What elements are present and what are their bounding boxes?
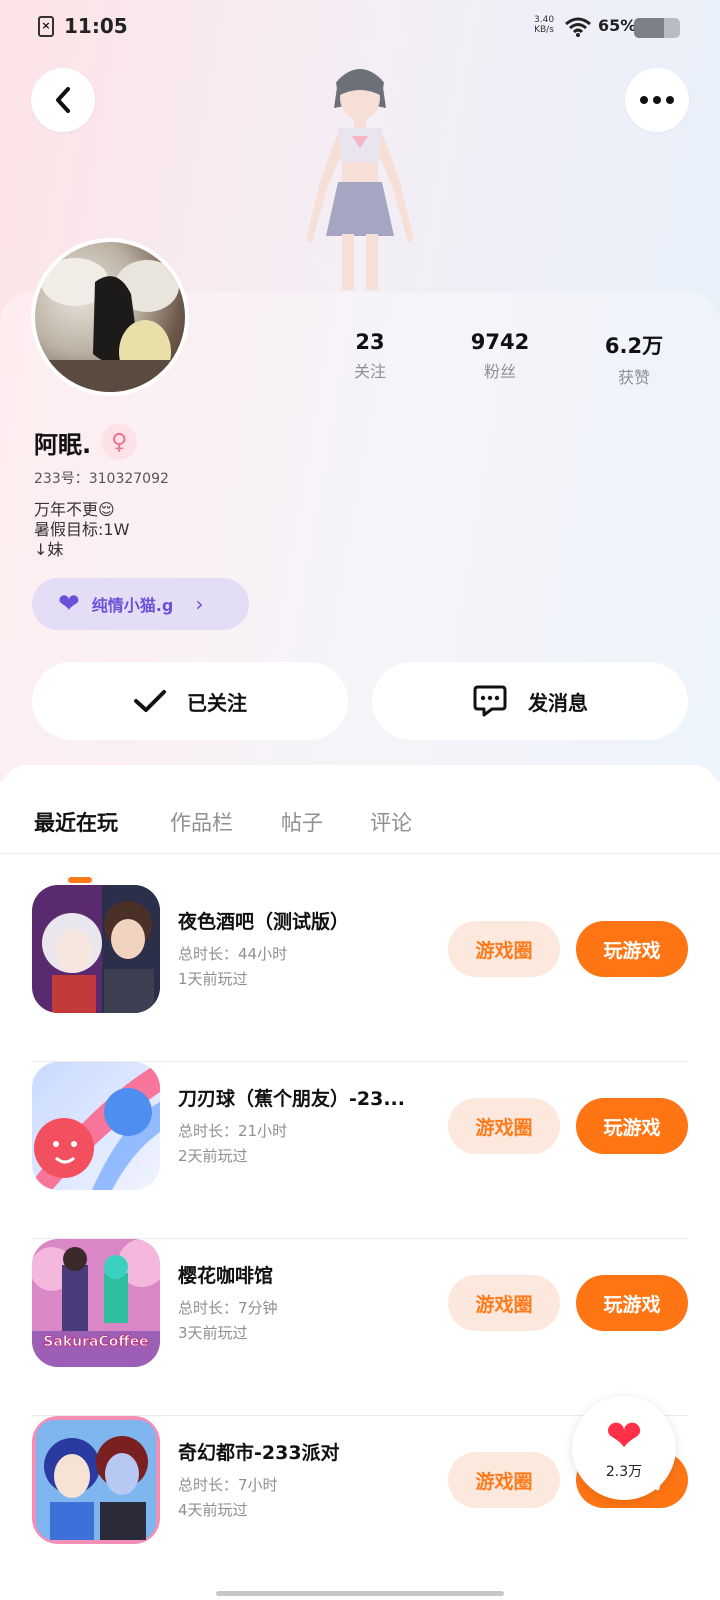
status-time: 11:05 [64, 14, 128, 38]
game-icon-art [32, 1062, 160, 1190]
battery-percent: 65% [598, 16, 637, 35]
checkmark-icon [134, 690, 166, 712]
3d-avatar-figure[interactable] [290, 62, 430, 292]
user-id[interactable]: 233号：310327092 [34, 468, 169, 488]
game-last-played: 1天前玩过 [178, 970, 248, 988]
chevron-left-icon [56, 87, 70, 113]
list-item[interactable]: SakuraCoffee 樱花咖啡馆 总时长：7分钟 3天前玩过 游戏圈 玩游戏 [32, 1239, 688, 1416]
game-circle-button[interactable]: 游戏圈 [448, 921, 560, 977]
game-title: 夜色酒吧（测试版） [178, 911, 350, 933]
badge-label: 纯情小猫.g [91, 596, 174, 615]
battery-icon [634, 18, 680, 38]
profile-stats: 23 关注 9742 粉丝 6.2万 获赞 [320, 330, 720, 390]
heart-icon: ❤ [605, 1411, 643, 1462]
stat-label: 粉丝 [483, 362, 516, 381]
stat-label: 获赞 [617, 368, 650, 387]
user-avatar[interactable] [31, 238, 189, 396]
active-tab-indicator [68, 877, 92, 883]
stat-fans[interactable]: 9742 粉丝 [450, 330, 550, 382]
game-icon-art: SakuraCoffee [32, 1239, 160, 1367]
game-icon-sakura-coffee: SakuraCoffee [32, 1239, 160, 1367]
game-duration: 总时长：7小时 [178, 1476, 278, 1494]
game-duration: 总时长：7分钟 [178, 1299, 278, 1317]
back-button[interactable] [31, 68, 95, 132]
network-speed-value: 3.40 [534, 15, 555, 25]
sakura-coffee-logo: SakuraCoffee [43, 1334, 148, 1350]
chevron-right-icon: › [195, 592, 204, 616]
bio-line: 万年不更😌 [34, 500, 115, 519]
stat-value: 23 [355, 330, 385, 354]
play-game-button[interactable]: 玩游戏 [576, 921, 688, 977]
female-icon: ♀ [101, 424, 138, 460]
game-circle-button[interactable]: 游戏圈 [448, 1452, 560, 1508]
wifi-icon [565, 17, 591, 37]
game-duration: 总时长：44小时 [178, 945, 288, 963]
following-label: 已关注 [187, 690, 247, 715]
game-circle-button[interactable]: 游戏圈 [448, 1098, 560, 1154]
send-message-button[interactable]: 发消息 [372, 662, 688, 740]
heart-icon: ❤ [58, 589, 80, 619]
play-game-button[interactable]: 玩游戏 [576, 1275, 688, 1331]
like-button[interactable]: ❤ 2.3万 [572, 1396, 676, 1500]
game-title: 樱花咖啡馆 [178, 1265, 274, 1287]
status-bar: × 11:05 3.40 KB/s 65% [0, 0, 720, 56]
more-options-button[interactable] [625, 68, 689, 132]
send-message-label: 发消息 [528, 690, 588, 715]
game-last-played: 3天前玩过 [178, 1324, 248, 1342]
game-last-played: 4天前玩过 [178, 1501, 248, 1519]
tab-works[interactable]: 作品栏 [170, 807, 233, 837]
stat-following[interactable]: 23 关注 [320, 330, 420, 382]
game-icon-fantasy-city [32, 1416, 160, 1544]
battery-fill [634, 18, 664, 38]
game-title: 刀刃球（蕉个朋友）-23... [178, 1088, 405, 1110]
more-dots-icon [640, 96, 674, 104]
stat-likes[interactable]: 6.2万 获赞 [584, 330, 684, 388]
divider [0, 853, 720, 854]
stat-value: 6.2万 [604, 334, 664, 358]
following-button[interactable]: 已关注 [32, 662, 348, 740]
list-item[interactable]: 刀刃球（蕉个朋友）-23... 总时长：21小时 2天前玩过 游戏圈 玩游戏 [32, 1062, 688, 1239]
game-icon-blade-ball [32, 1062, 160, 1190]
game-last-played: 2天前玩过 [178, 1147, 248, 1165]
user-bio: 万年不更😌 暑假目标:1W ↓妹 [34, 500, 129, 560]
chat-bubble-icon [473, 685, 507, 717]
like-count: 2.3万 [605, 1464, 643, 1480]
sim-icon: × [38, 16, 54, 37]
network-speed-unit: KB/s [534, 25, 554, 35]
stat-value: 9742 [470, 330, 530, 354]
game-icon-art [32, 1416, 160, 1544]
home-indicator[interactable] [216, 1591, 504, 1596]
user-name: 阿眠. [34, 430, 92, 459]
game-title: 奇幻都市-233派对 [178, 1442, 340, 1464]
name-row: 阿眠. ♀ [34, 424, 138, 460]
tab-comments[interactable]: 评论 [370, 807, 412, 837]
game-icon-night-bar [32, 885, 160, 1013]
avatar-photo [35, 258, 185, 392]
stat-label: 关注 [353, 362, 386, 381]
game-duration: 总时长：21小时 [178, 1122, 288, 1140]
list-item[interactable]: 夜色酒吧（测试版） 总时长：44小时 1天前玩过 游戏圈 玩游戏 [32, 885, 688, 1062]
play-game-button[interactable]: 玩游戏 [576, 1098, 688, 1154]
network-speed: 3.40 KB/s [534, 15, 554, 35]
profile-tabs: 最近在玩 作品栏 帖子 评论 [0, 795, 720, 883]
tab-recently-played[interactable]: 最近在玩 [34, 807, 118, 837]
bio-line: ↓妹 [34, 540, 64, 559]
game-circle-button[interactable]: 游戏圈 [448, 1275, 560, 1331]
bio-line: 暑假目标:1W [34, 520, 130, 539]
relationship-badge-button[interactable]: ❤ 纯情小猫.g › [32, 578, 249, 630]
game-icon-art [32, 885, 160, 1013]
tab-posts[interactable]: 帖子 [281, 807, 323, 837]
